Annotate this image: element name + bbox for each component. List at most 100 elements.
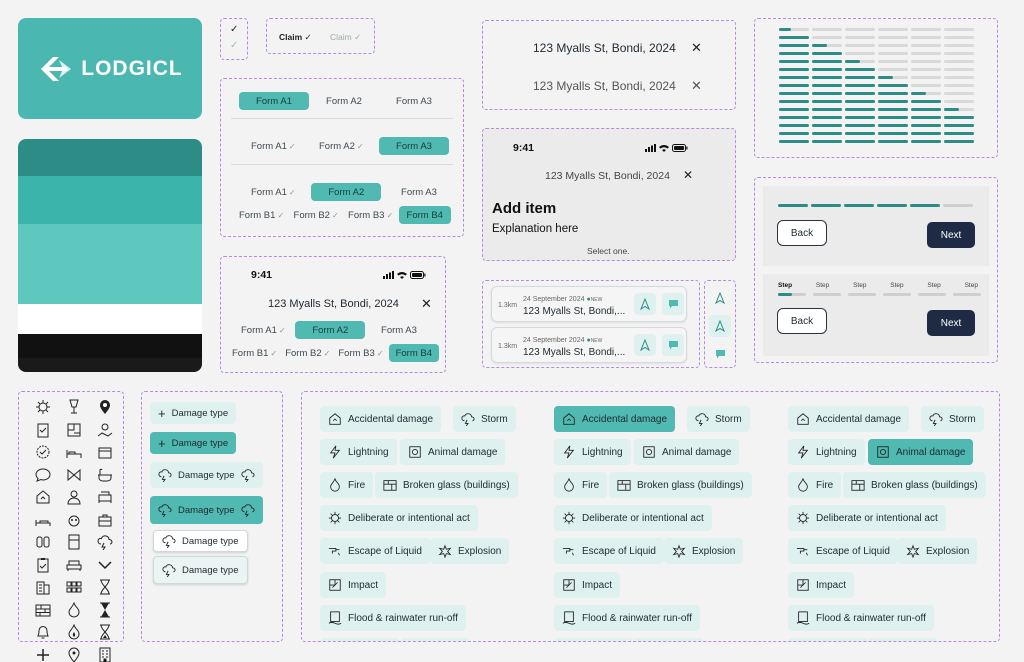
back-button[interactable]: Back [777,308,827,334]
damage-option[interactable]: Explosion [664,538,744,564]
damage-option[interactable]: Deliberate or intentional act [554,505,712,531]
tab-form-a3[interactable]: Form A3 [379,137,449,155]
damage-option[interactable]: Accidental damage [320,406,442,432]
progress-fill [812,84,842,87]
message-button[interactable] [662,334,684,356]
damage-option[interactable] [868,638,938,641]
damage-option[interactable]: Impact [320,572,387,598]
tab-form-b2[interactable]: Form B2 ✓ [282,344,333,362]
phone-form-panel: 9:41 123 Myalls St, Bondi, 2024 ✕ Form A… [220,256,446,373]
close-icon[interactable]: ✕ [691,78,702,94]
tab-form-a2[interactable]: Form A2 [309,92,379,110]
progress-track [812,28,842,31]
tab-form-a3[interactable]: Form A3 [379,92,449,110]
damage-option[interactable]: Broken glass (buildings) [843,472,986,498]
tab-form-a1[interactable]: Form A1 ✓ [243,137,304,155]
damage-option[interactable]: Lightning [788,439,865,465]
damage-option[interactable]: Flood & rainwater run-off [320,605,466,631]
tab-form-b3[interactable]: Form B3 ✓ [344,206,397,224]
progress-fill [779,28,791,31]
chat-bubble-icon [34,468,51,482]
damage-type-chip-active[interactable]: Damage type [150,496,263,524]
bed-three-icon [35,519,50,526]
address-text: 123 Myalls St, Bondi, 2024 [533,79,676,93]
damage-option[interactable]: Storm [453,406,516,432]
damage-type-button[interactable]: + Damage type [150,402,237,424]
damage-option[interactable]: Flood & rainwater run-off [788,605,934,631]
damage-option[interactable]: Fire [554,472,608,498]
damage-option[interactable] [320,638,400,641]
directions-button[interactable] [634,293,656,315]
damage-option[interactable]: Deliberate or intentional act [320,505,478,531]
tab-form-b1[interactable]: Form B1 ✓ [229,344,280,362]
damage-option[interactable] [400,638,470,641]
damage-option[interactable] [554,638,634,641]
progress-track [812,36,842,39]
damage-option[interactable]: Deliberate or intentional act [788,505,946,531]
damage-option[interactable]: Escape of Liquid [554,538,664,564]
tab-form-a1[interactable]: Form A1 [239,92,309,110]
damage-type-card[interactable]: Damage type [153,530,248,552]
damage-option[interactable]: Explosion [898,538,978,564]
tab-form-a2[interactable]: Form A2 ✓ [311,137,372,155]
tab-form-b2[interactable]: Form B2 ✓ [290,206,343,224]
damage-option[interactable]: Fire [788,472,842,498]
damage-option[interactable]: Explosion [430,538,510,564]
damage-lightning-icon [797,445,809,459]
tab-form-a2[interactable]: Form A2 [295,321,366,339]
tab-form-a1[interactable]: Form A1 ✓ [237,321,290,339]
damage-option[interactable]: Fire [320,472,374,498]
damage-option[interactable]: Storm [687,406,750,432]
message-button[interactable] [709,343,731,365]
damage-option[interactable]: Lightning [554,439,631,465]
damage-type-chip[interactable]: Damage type [150,462,263,488]
tab-form-b1[interactable]: Form B1 ✓ [235,206,288,224]
damage-option[interactable]: Impact [788,572,855,598]
damage-option[interactable] [634,638,704,641]
apartment-icon [99,647,110,662]
damage-option[interactable]: Storm [921,406,984,432]
tab-form-a3[interactable]: Form A3 [389,183,449,201]
message-button[interactable] [662,293,684,315]
damage-option[interactable]: Impact [554,572,621,598]
directions-button[interactable] [709,287,731,309]
next-button[interactable]: Next [927,310,975,336]
back-button[interactable]: Back [777,220,827,246]
tab-form-b4[interactable]: Form B4 [388,344,439,362]
damage-flood-rainwater-run-off-icon [796,611,810,625]
damage-option[interactable]: Animal damage [634,439,740,465]
tab-form-a1[interactable]: Form A1 ✓ [243,183,304,201]
damage-option[interactable]: Broken glass (buildings) [375,472,518,498]
damage-option[interactable]: Escape of Liquid [788,538,898,564]
list-item[interactable]: 1.3km 24 September 2024 ●NEW 123 Myalls … [491,327,687,363]
close-icon[interactable]: ✕ [691,40,702,56]
damage-option[interactable]: Accidental damage [554,406,676,432]
directions-button-active[interactable] [709,315,731,337]
damage-option[interactable]: Flood & rainwater run-off [554,605,700,631]
damage-option[interactable]: Lightning [320,439,397,465]
next-button[interactable]: Next [927,222,975,248]
tab-form-a2[interactable]: Form A2 [311,183,382,201]
damage-option-label: Broken glass (buildings) [871,479,978,491]
tab-form-b3[interactable]: Form B3 ✓ [335,344,386,362]
close-icon[interactable]: ✕ [421,296,432,312]
list-item[interactable]: 1.3km 24 September 2024 ●NEW 123 Myalls … [491,286,687,322]
progress-fill [911,92,926,95]
damage-option[interactable] [788,638,868,641]
damage-option[interactable]: Escape of Liquid [320,538,430,564]
damage-type-button-active[interactable]: + Damage type [150,432,237,454]
damage-option[interactable]: Animal damage [400,439,506,465]
tab-form-a3[interactable]: Form A3 [371,321,427,339]
damage-option[interactable]: Broken glass (buildings) [609,472,752,498]
close-icon[interactable]: ✕ [683,168,693,182]
damage-type-card-selected[interactable]: Damage type [153,556,248,584]
progress-segment [877,204,907,207]
damage-option[interactable]: Animal damage [868,439,974,465]
directions-button[interactable] [634,334,656,356]
claim-chip-active[interactable]: Claim ✓ [279,32,312,43]
claim-chip-inactive[interactable]: Claim ✓ [330,32,361,43]
tab-form-b4[interactable]: Form B4 [398,206,451,224]
damage-option[interactable]: Accidental damage [788,406,910,432]
progress-fill [812,76,842,79]
progress-fill [812,140,842,143]
